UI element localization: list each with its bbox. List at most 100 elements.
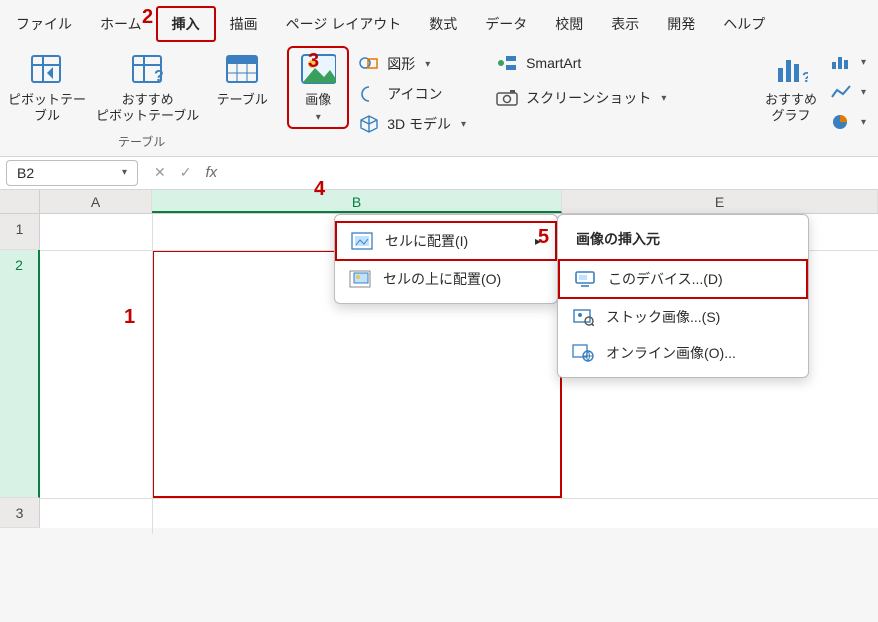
menu-bar: ファイル ホーム 挿入 描画 ページ レイアウト 数式 データ 校閲 表示 開発… xyxy=(0,0,878,42)
col-header-A[interactable]: A xyxy=(40,190,152,213)
stock-images-item[interactable]: ストック画像...(S) xyxy=(558,299,808,335)
image-source-title: 画像の挿入元 xyxy=(558,225,808,259)
gridline xyxy=(152,214,153,534)
stock-images-icon xyxy=(572,308,594,326)
camera-icon xyxy=(496,89,518,107)
tab-help[interactable]: ヘルプ xyxy=(709,8,779,40)
pie-chart-button[interactable]: ▾ xyxy=(827,112,870,132)
shapes-button[interactable]: 図形 ▾ xyxy=(355,52,470,76)
bar-chart-icon xyxy=(831,54,851,70)
ribbon-group-charts: ? おすすめ グラフ ▾ ▾ ▾ xyxy=(753,48,878,152)
ribbon: ピボットテー ブル ? おすすめ ピボットテーブル テーブル テーブル 画像 xyxy=(0,42,878,152)
tab-draw[interactable]: 描画 xyxy=(216,8,272,40)
select-all-corner[interactable] xyxy=(0,190,40,213)
smartart-button[interactable]: SmartArt xyxy=(492,52,670,74)
chevron-down-icon: ▾ xyxy=(861,87,866,98)
tab-view[interactable]: 表示 xyxy=(597,8,653,40)
callout-4: 4 xyxy=(314,178,325,201)
place-in-cell-item[interactable]: セルに配置(I) ▸ xyxy=(335,221,557,261)
gridline xyxy=(40,498,878,499)
3d-model-label: 3D モデル xyxy=(387,114,451,134)
chart-icon: ? xyxy=(773,52,809,88)
row-header-2[interactable]: 2 xyxy=(0,250,40,498)
formula-bar-row: B2 ▾ ✕ ✓ fx xyxy=(0,156,878,190)
this-device-item[interactable]: このデバイス...(D) xyxy=(558,259,808,299)
chevron-down-icon: ▾ xyxy=(316,112,321,123)
ribbon-group-tables: ピボットテー ブル ? おすすめ ピボットテーブル テーブル テーブル xyxy=(0,48,283,152)
col-header-B[interactable]: B xyxy=(152,190,562,213)
online-images-label: オンライン画像(O)... xyxy=(606,343,736,363)
ribbon-group-smartart: SmartArt スクリーンショット ▾ xyxy=(478,48,678,152)
stock-images-label: ストック画像...(S) xyxy=(606,307,720,327)
table-button[interactable]: テーブル xyxy=(207,48,277,112)
svg-text:?: ? xyxy=(802,69,808,86)
fx-icon[interactable]: fx xyxy=(205,164,217,181)
line-chart-button[interactable]: ▾ xyxy=(827,82,870,102)
place-in-cell-icon xyxy=(351,232,373,250)
bar-chart-button[interactable]: ▾ xyxy=(827,52,870,72)
group-label-tables: テーブル xyxy=(118,133,165,150)
place-over-cells-item[interactable]: セルの上に配置(O) xyxy=(335,261,557,297)
chevron-down-icon: ▾ xyxy=(425,59,430,70)
recommended-pivot-label: おすすめ ピボットテーブル xyxy=(96,92,199,125)
globe-icon xyxy=(572,344,594,362)
shapes-icon xyxy=(359,55,379,73)
col-header-E[interactable]: E xyxy=(562,190,878,213)
name-box[interactable]: B2 ▾ xyxy=(6,160,138,186)
table-icon xyxy=(224,52,260,88)
place-in-cell-label: セルに配置(I) xyxy=(385,231,468,251)
recommended-charts-label: おすすめ グラフ xyxy=(765,92,817,125)
cancel-icon[interactable]: ✕ xyxy=(154,164,166,181)
tab-formulas[interactable]: 数式 xyxy=(415,8,471,40)
callout-5: 5 xyxy=(538,226,549,249)
table-label: テーブル xyxy=(217,92,268,108)
tab-insert[interactable]: 挿入 xyxy=(156,6,216,42)
row-header-1[interactable]: 1 xyxy=(0,214,40,250)
line-chart-icon xyxy=(831,84,851,100)
place-over-cells-label: セルの上に配置(O) xyxy=(383,269,501,289)
tab-developer[interactable]: 開発 xyxy=(653,8,709,40)
column-headers: A B E xyxy=(0,190,878,214)
svg-text:?: ? xyxy=(154,68,164,85)
tab-file[interactable]: ファイル xyxy=(2,8,86,40)
tab-review[interactable]: 校閲 xyxy=(541,8,597,40)
icons-label: アイコン xyxy=(387,84,442,104)
image-source-dropdown: 画像の挿入元 このデバイス...(D) ストック画像...(S) オンライン画像… xyxy=(557,214,809,378)
chevron-down-icon: ▾ xyxy=(861,117,866,128)
recommended-charts-button[interactable]: ? おすすめ グラフ xyxy=(759,48,823,129)
smartart-label: SmartArt xyxy=(526,55,581,71)
confirm-icon[interactable]: ✓ xyxy=(180,164,192,181)
tab-data[interactable]: データ xyxy=(471,8,541,40)
icons-button[interactable]: アイコン xyxy=(355,82,470,106)
screenshot-label: スクリーンショット xyxy=(526,88,651,108)
row-header-3[interactable]: 3 xyxy=(0,498,40,528)
illustrations-list: 図形 ▾ アイコン 3D モデル ▾ xyxy=(347,48,472,136)
chevron-down-icon: ▾ xyxy=(122,167,127,178)
tab-page-layout[interactable]: ページ レイアウト xyxy=(272,8,416,40)
pivot-table-label: ピボットテー ブル xyxy=(8,92,86,125)
pie-chart-icon xyxy=(831,114,851,130)
smartart-icon xyxy=(496,54,518,72)
chevron-down-icon: ▾ xyxy=(861,57,866,68)
recommended-pivot-button[interactable]: ? おすすめ ピボットテーブル xyxy=(94,48,201,129)
row-headers: 1 2 3 xyxy=(0,214,40,528)
callout-3: 3 xyxy=(308,50,319,73)
name-box-value: B2 xyxy=(17,165,34,181)
recommended-pivot-icon: ? xyxy=(130,52,166,88)
online-images-item[interactable]: オンライン画像(O)... xyxy=(558,335,808,371)
3d-model-button[interactable]: 3D モデル ▾ xyxy=(355,112,470,136)
monitor-icon xyxy=(574,270,596,288)
image-placement-dropdown: セルに配置(I) ▸ セルの上に配置(O) xyxy=(334,214,558,304)
pivot-table-icon xyxy=(29,52,65,88)
cube-icon xyxy=(359,115,379,133)
shapes-label: 図形 xyxy=(387,54,415,74)
callout-1: 1 xyxy=(124,306,135,329)
screenshot-button[interactable]: スクリーンショット ▾ xyxy=(492,86,670,110)
chevron-down-icon: ▾ xyxy=(461,119,466,130)
insert-image-label: 画像 xyxy=(305,92,331,108)
icons-icon xyxy=(359,85,379,103)
place-over-cells-icon xyxy=(349,270,371,288)
chevron-down-icon: ▾ xyxy=(661,93,666,104)
pivot-table-button[interactable]: ピボットテー ブル xyxy=(6,48,88,129)
callout-2: 2 xyxy=(142,6,153,29)
